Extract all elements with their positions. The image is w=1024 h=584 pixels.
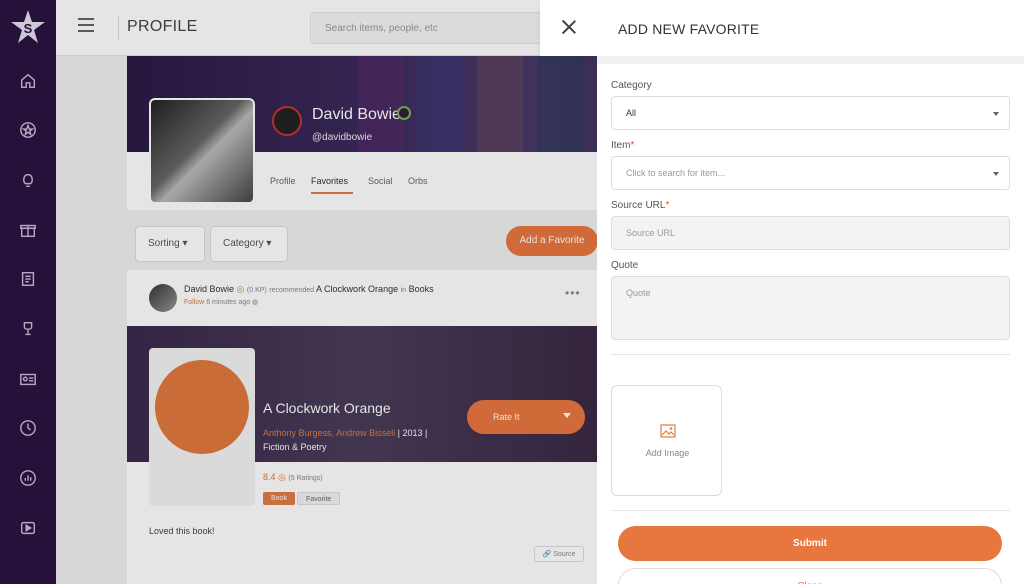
- close-button[interactable]: Close: [618, 568, 1002, 584]
- close-icon[interactable]: [560, 18, 578, 36]
- quote-textarea[interactable]: Quote: [611, 276, 1010, 340]
- category-field-label: Category: [611, 80, 652, 91]
- item-placeholder: Click to search for item...: [626, 168, 726, 178]
- add-image-label: Add Image: [645, 448, 690, 458]
- image-icon: [660, 424, 676, 438]
- item-search-select[interactable]: Click to search for item...: [611, 156, 1010, 190]
- divider: [611, 510, 1010, 511]
- category-select-value: All: [626, 108, 637, 118]
- category-select[interactable]: All: [611, 96, 1010, 130]
- chevron-down-icon: [993, 112, 999, 116]
- add-image-button[interactable]: Add Image: [611, 385, 722, 496]
- required-mark: *: [630, 140, 635, 151]
- chevron-down-icon: [993, 172, 999, 176]
- item-field-label: Item*: [611, 140, 634, 151]
- source-url-label-text: Source URL: [611, 200, 666, 211]
- submit-button[interactable]: Submit: [618, 526, 1002, 561]
- required-mark: *: [665, 200, 670, 211]
- drawer-title: ADD NEW FAVORITE: [618, 21, 760, 37]
- source-url-field-label: Source URL*: [611, 200, 669, 211]
- add-favorite-drawer: Category All Item* Click to search for i…: [597, 56, 1024, 584]
- source-url-input[interactable]: Source URL: [611, 216, 1010, 250]
- drawer-header: ADD NEW FAVORITE: [540, 0, 1024, 56]
- quote-field-label: Quote: [611, 260, 639, 271]
- divider: [611, 354, 1010, 355]
- item-label-text: Item: [611, 140, 631, 151]
